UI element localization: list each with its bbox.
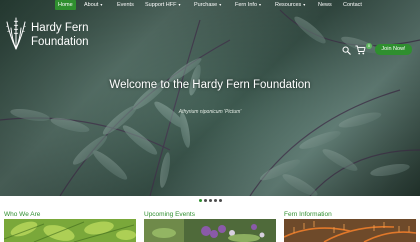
slider-dot[interactable] xyxy=(218,199,222,202)
chevron-down-icon: ▾ xyxy=(178,2,181,7)
hero-caption: Athyrium niponicum 'Pictum' xyxy=(178,109,242,115)
nav-fern-info-label: Fern Info xyxy=(235,2,258,8)
join-now-button[interactable]: Join Now! xyxy=(375,44,412,55)
logo-text[interactable]: Hardy Fern Foundation xyxy=(31,21,89,49)
chevron-down-icon: ▾ xyxy=(100,2,103,7)
logo-line-2: Foundation xyxy=(31,36,89,48)
slider-dot[interactable] xyxy=(198,199,202,202)
nav-news[interactable]: News xyxy=(318,2,332,8)
upcoming-events-image[interactable] xyxy=(144,219,276,242)
who-we-are-image[interactable] xyxy=(4,219,136,242)
fern-information-heading[interactable]: Fern Information xyxy=(284,211,332,218)
slider-dot[interactable] xyxy=(208,199,212,202)
nav-fern-info[interactable]: Fern Info ▾ xyxy=(235,2,261,8)
fern-information-image[interactable] xyxy=(284,219,416,242)
nav-support-hff[interactable]: Support HFF ▾ xyxy=(145,2,181,8)
logo-line-1: Hardy Fern xyxy=(31,22,89,34)
fern-logo-icon[interactable] xyxy=(4,14,28,50)
cart-count-badge: 0 xyxy=(366,43,372,49)
nav-about-label: About xyxy=(84,2,99,8)
slider-dot[interactable] xyxy=(203,199,207,202)
cart-icon[interactable] xyxy=(355,45,366,55)
nav-resources-label: Resources xyxy=(275,2,302,8)
chevron-down-icon: ▾ xyxy=(303,2,306,7)
nav-resources[interactable]: Resources ▾ xyxy=(275,2,305,8)
chevron-down-icon: ▾ xyxy=(219,2,222,7)
chevron-down-icon: ▾ xyxy=(259,2,262,7)
nav-purchase-label: Purchase xyxy=(194,2,218,8)
slider-dots xyxy=(0,199,420,202)
nav-contact[interactable]: Contact xyxy=(343,2,362,8)
nav-support-label: Support HFF xyxy=(145,2,177,8)
nav-home[interactable]: Home xyxy=(55,0,76,10)
main-nav: Home About ▾ Events Support HFF ▾ Purchase… xyxy=(0,0,420,12)
nav-events[interactable]: Events xyxy=(117,2,134,8)
upcoming-events-heading[interactable]: Upcoming Events xyxy=(144,211,195,218)
nav-about[interactable]: About ▾ xyxy=(84,2,102,8)
slider-dot[interactable] xyxy=(213,199,217,202)
hero-title: Welcome to the Hardy Fern Foundation xyxy=(109,79,311,91)
who-we-are-heading[interactable]: Who We Are xyxy=(4,211,40,218)
search-icon[interactable] xyxy=(342,46,351,55)
nav-purchase[interactable]: Purchase ▾ xyxy=(194,2,221,8)
